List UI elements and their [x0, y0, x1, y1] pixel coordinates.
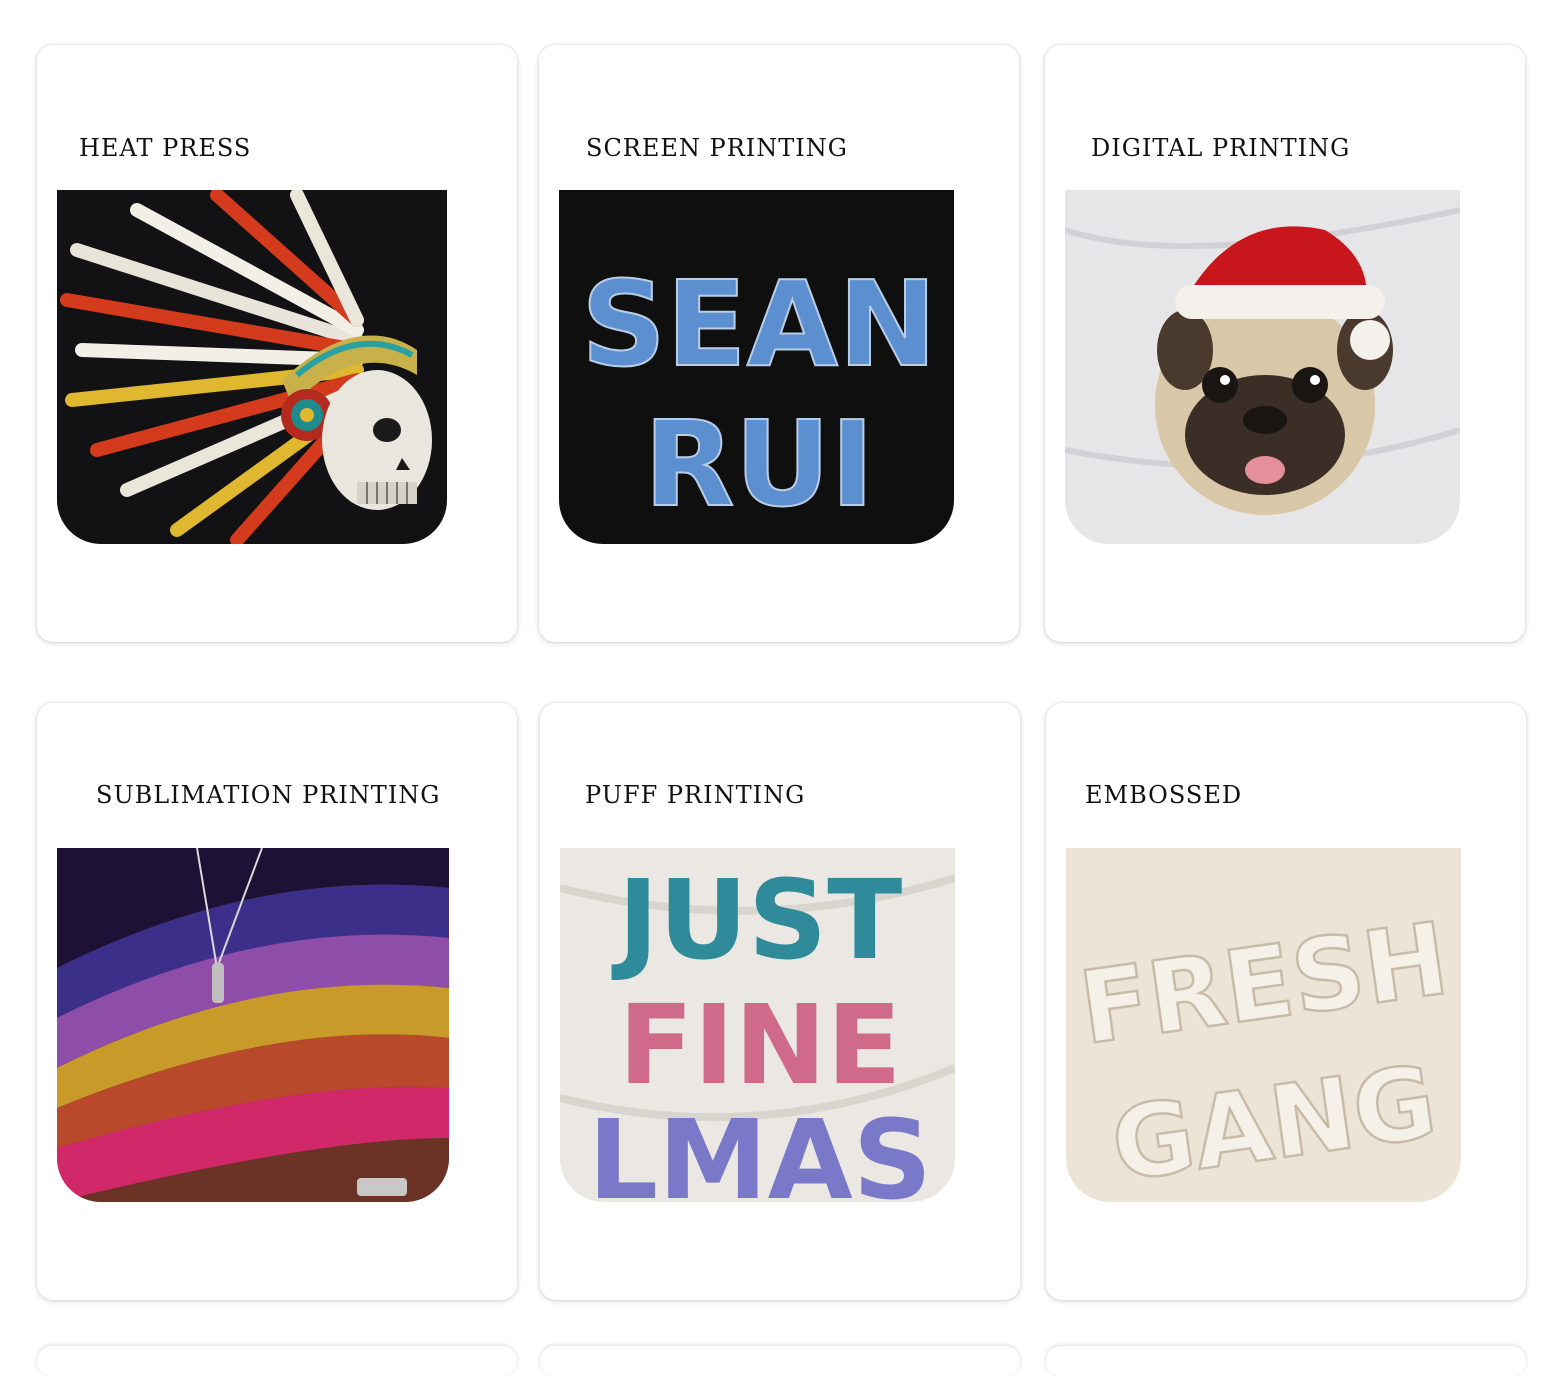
puff-printing-image: JUST FINE LMAS	[560, 848, 955, 1202]
card-title: EMBOSSED	[1085, 781, 1243, 809]
next-card-peek	[37, 1346, 517, 1376]
card-sublimation-printing[interactable]: SUBLIMATION PRINTING	[37, 703, 517, 1300]
card-heat-press[interactable]: HEAT PRESS	[37, 45, 517, 642]
card-title: SUBLIMATION PRINTING	[96, 781, 441, 809]
card-puff-printing[interactable]: PUFF PRINTING JUST FINE LMAS	[540, 703, 1020, 1300]
card-screen-printing[interactable]: SCREEN PRINTING SEAN RUI	[539, 45, 1019, 642]
card-title: PUFF PRINTING	[585, 781, 806, 809]
card-embossed[interactable]: EMBOSSED FRESH GANG	[1046, 703, 1526, 1300]
card-title: DIGITAL PRINTING	[1091, 134, 1351, 162]
card-title: SCREEN PRINTING	[586, 134, 848, 162]
next-card-peek	[1046, 1346, 1526, 1376]
heat-press-image	[57, 190, 447, 544]
screen-printing-image: SEAN RUI	[559, 190, 954, 544]
sean-image-text: SEAN	[581, 255, 937, 393]
embossed-image: FRESH GANG	[1066, 848, 1461, 1202]
next-card-peek	[540, 1346, 1020, 1376]
fine-image-text: FINE	[618, 981, 901, 1109]
lmas-image-text: LMAS	[588, 1096, 932, 1202]
digital-printing-image	[1065, 190, 1460, 544]
sublimation-printing-image	[57, 848, 449, 1202]
rui-image-text: RUI	[644, 395, 875, 533]
card-digital-printing[interactable]: DIGITAL PRINTING	[1045, 45, 1525, 642]
just-image-text: JUST	[611, 856, 903, 984]
card-title: HEAT PRESS	[79, 134, 252, 162]
